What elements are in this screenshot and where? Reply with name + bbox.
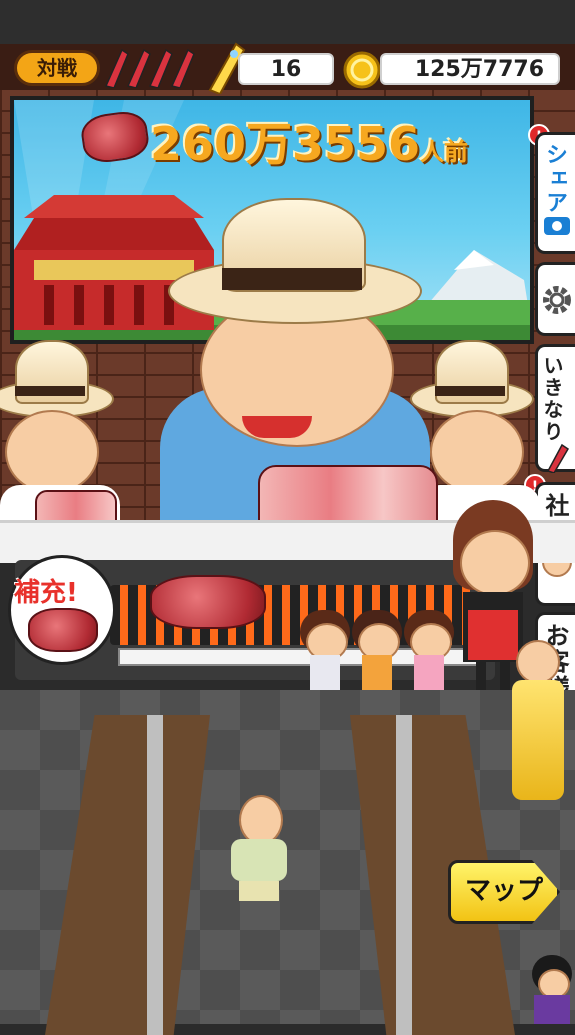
battle-rockets — [100, 46, 200, 89]
coins-count: 125万7776 — [380, 53, 560, 85]
refill-label: 補充! — [14, 578, 78, 608]
grilling-steak — [150, 575, 266, 629]
customer-group — [290, 575, 460, 700]
servings-number: 260万3556 — [150, 117, 421, 171]
battle-button[interactable]: 対戦 — [14, 50, 100, 86]
gear-icon — [542, 286, 571, 314]
customer-elder — [225, 795, 295, 905]
customer-gold — [508, 640, 568, 800]
share-tab-label: シェア — [542, 143, 567, 215]
servings-counter: 260万3556人前 — [150, 108, 468, 174]
meat-icon — [28, 608, 98, 652]
ikinari-tab[interactable]: いきなり — [535, 344, 575, 474]
share-tab[interactable]: シェア — [535, 132, 575, 254]
rocket-icon — [546, 443, 569, 474]
status-bar — [0, 0, 575, 44]
ikinari-tab-label: いきなり — [540, 355, 564, 443]
camera-icon — [543, 217, 570, 235]
coin-icon — [342, 50, 382, 90]
rocket-icon — [104, 48, 195, 89]
rockets-count: 16 — [238, 53, 334, 85]
servings-unit: 人前 — [420, 138, 469, 166]
customer-bottom — [530, 955, 575, 1024]
settings-tab[interactable] — [535, 262, 575, 336]
